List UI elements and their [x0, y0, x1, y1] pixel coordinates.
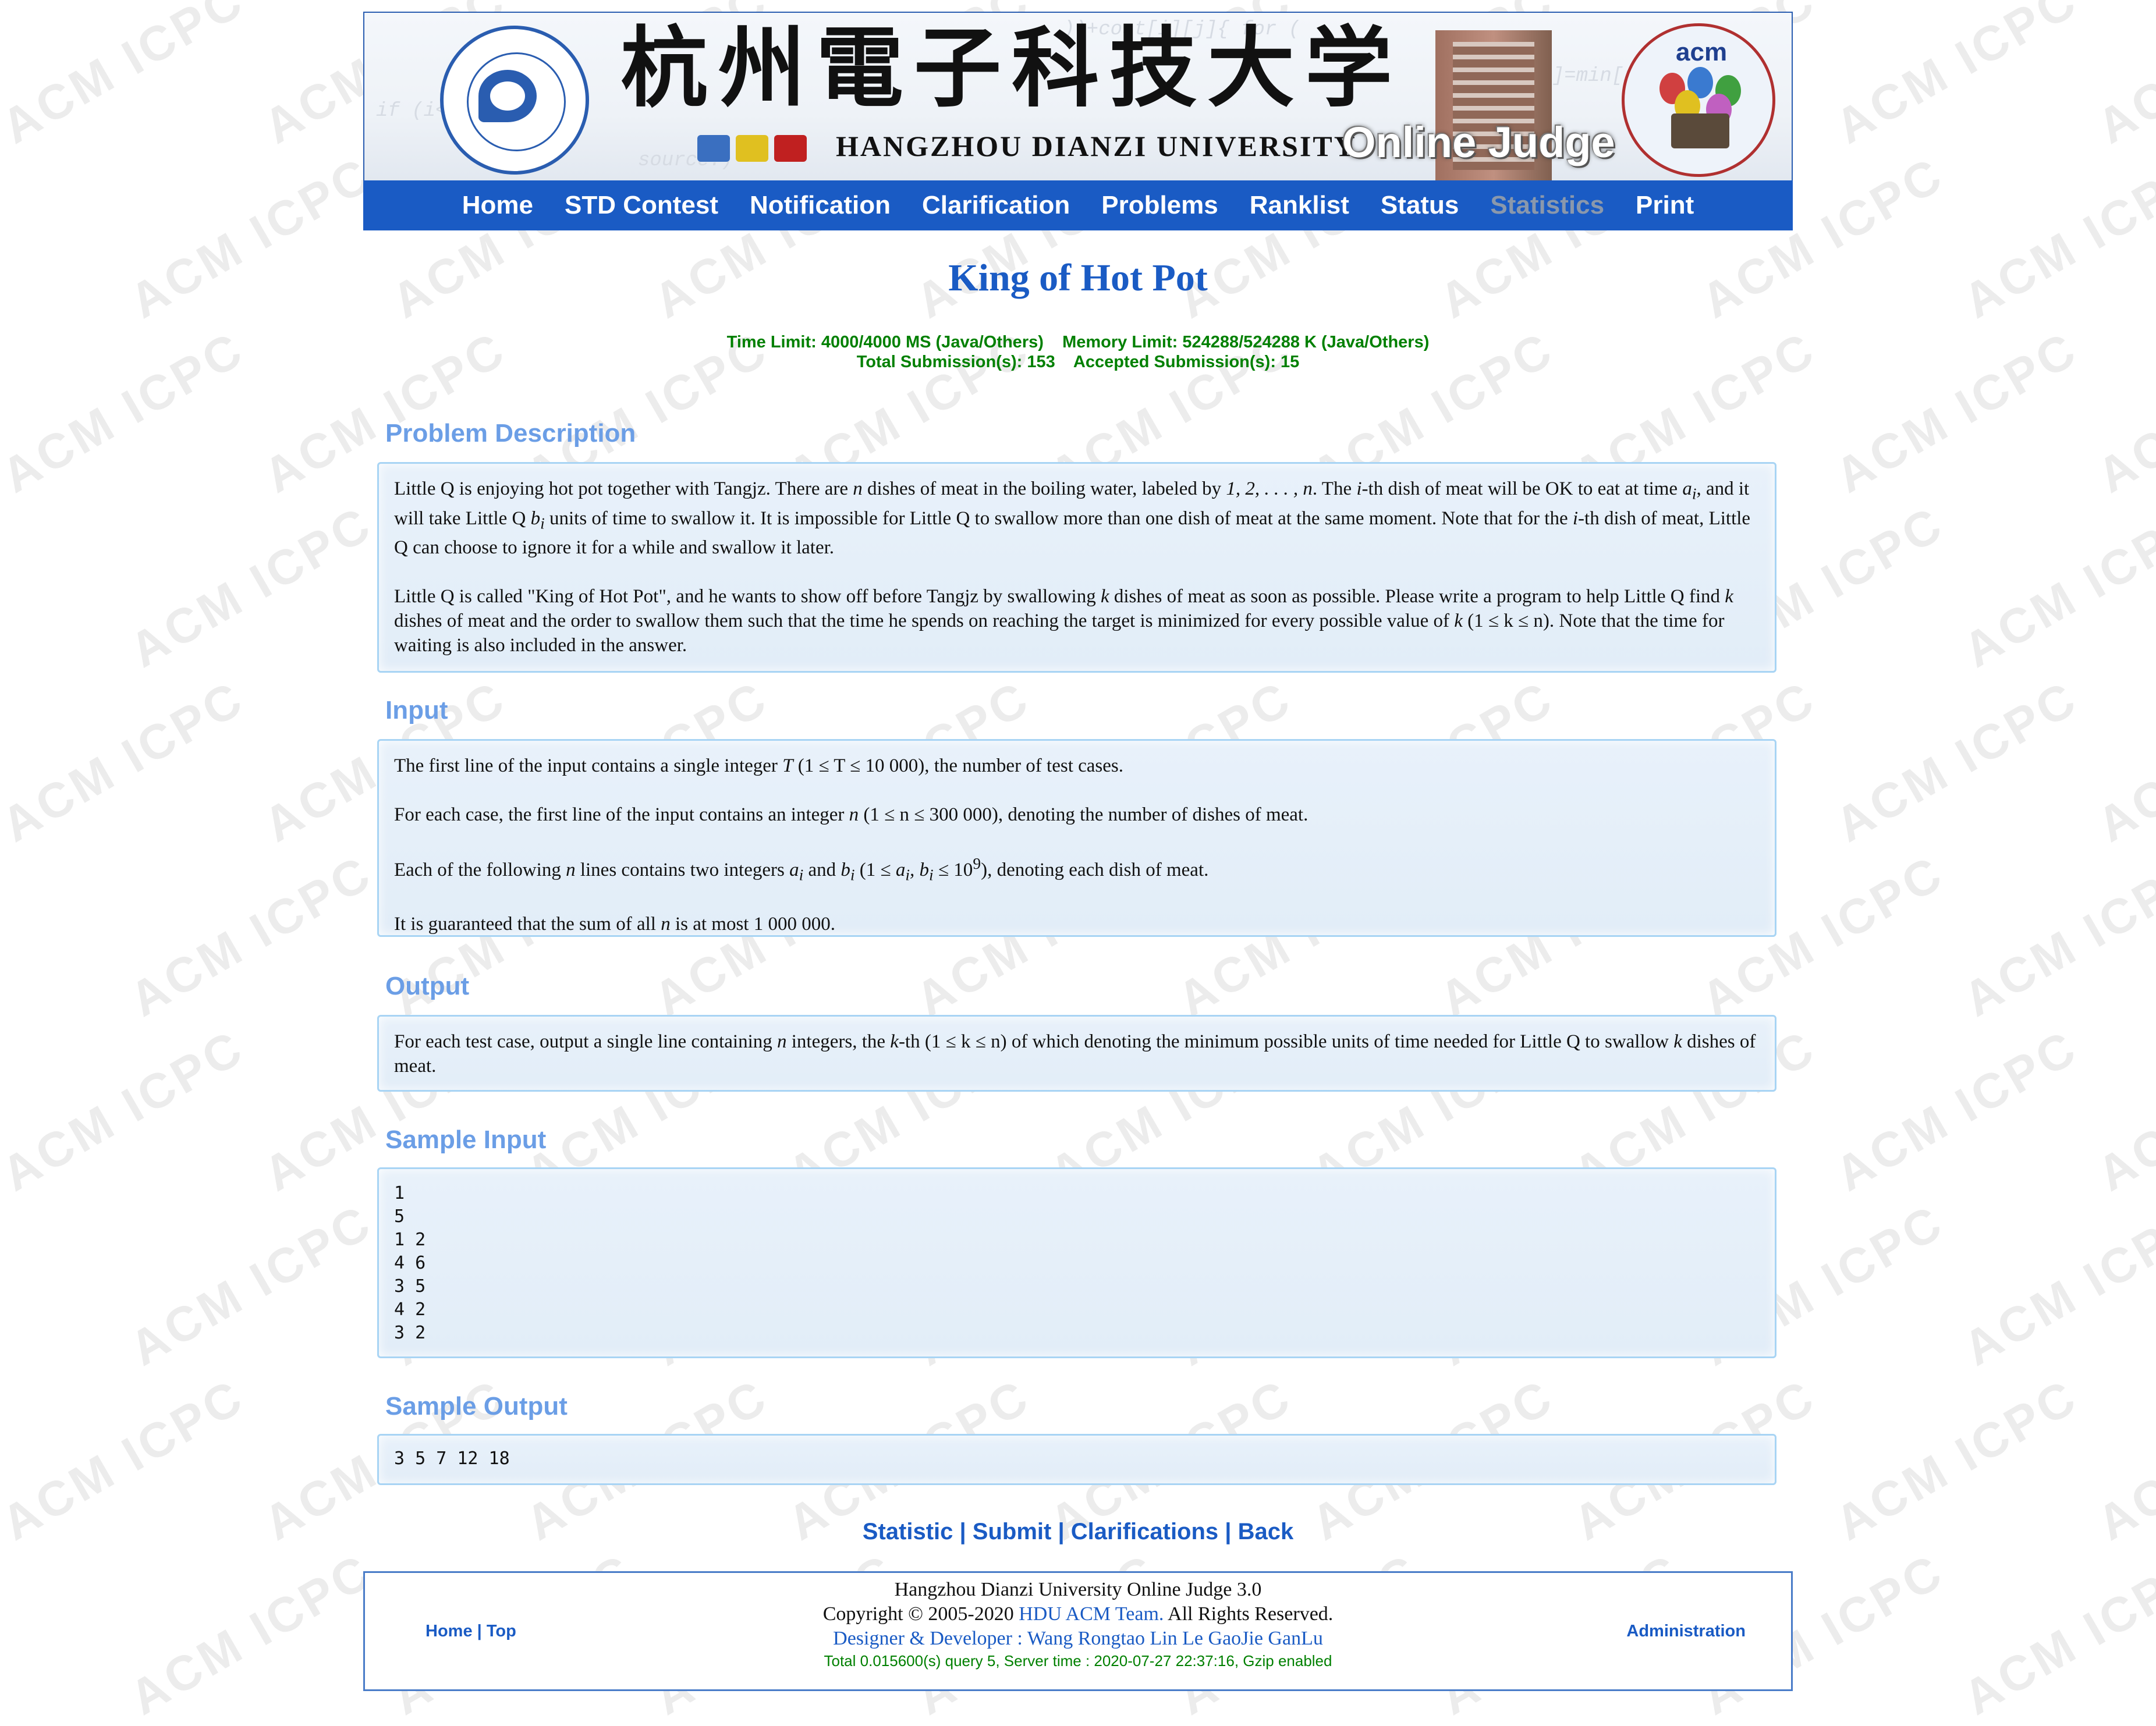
- page-footer: Home | Top Hangzhou Dianzi University On…: [363, 1571, 1793, 1691]
- problem-title: King of Hot Pot: [948, 257, 1208, 299]
- sample-input-panel: 1 5 1 2 4 6 3 5 4 2 3 2: [377, 1167, 1776, 1358]
- watermark-text: ACM ICPC: [1826, 321, 2087, 503]
- link-separator: |: [1051, 1519, 1071, 1544]
- section-title-output: Output: [385, 972, 470, 1000]
- footer-info: Hangzhou Dianzi University Online Judge …: [365, 1578, 1791, 1671]
- watermark-text: ACM ICPC: [2088, 0, 2156, 154]
- input-line-1: The first line of the input contains a s…: [394, 755, 1123, 776]
- footer-copyright: Copyright © 2005-2020 HDU ACM Team. All …: [822, 1603, 1334, 1625]
- limits-line: Time Limit: 4000/4000 MS (Java/Others) M…: [726, 333, 1430, 351]
- watermark-text: ACM ICPC: [2088, 1369, 2156, 1551]
- footer-oj-version: Hangzhou Dianzi University Online Judge …: [894, 1579, 1262, 1600]
- description-panel: Little Q is enjoying hot pot together wi…: [377, 462, 1776, 673]
- link-separator: |: [1218, 1519, 1238, 1544]
- watermark-text: ACM ICPC: [120, 146, 382, 329]
- input-line-2: For each case, the first line of the inp…: [394, 804, 1309, 825]
- link-separator: |: [953, 1519, 973, 1544]
- description-paragraph-2: Little Q is called "King of Hot Pot", an…: [394, 586, 1733, 656]
- footer-designer: Designer & Developer : Wang Rongtao Lin …: [833, 1628, 1323, 1649]
- input-line-3: Each of the following n lines contains t…: [394, 854, 1209, 884]
- online-judge-label: Online Judge: [1342, 118, 1615, 166]
- watermark-text: ACM ICPC: [0, 1368, 254, 1551]
- books-icon: [697, 135, 813, 165]
- problem-action-links: Statistic | Submit | Clarifications | Ba…: [363, 1519, 1793, 1545]
- nav-item-problems[interactable]: Problems: [1101, 191, 1218, 220]
- output-panel: For each test case, output a single line…: [377, 1015, 1776, 1092]
- watermark-text: ACM ICPC: [0, 670, 254, 853]
- nav-item-notification[interactable]: Notification: [750, 191, 891, 220]
- watermark-text: ACM ICPC: [1954, 1543, 2156, 1725]
- section-title-input: Input: [385, 696, 448, 725]
- section-title-sample-input: Sample Input: [385, 1125, 547, 1154]
- nav-item-clarification[interactable]: Clarification: [922, 191, 1070, 220]
- sample-input-text: 1 5 1 2 4 6 3 5 4 2 3 2: [394, 1183, 426, 1343]
- watermark-text: ACM ICPC: [1954, 146, 2156, 329]
- nav-item-statistics[interactable]: Statistics: [1490, 191, 1604, 220]
- watermark-text: ACM ICPC: [0, 321, 254, 503]
- description-paragraph-1: Little Q is enjoying hot pot together wi…: [394, 478, 1751, 559]
- watermark-text: ACM ICPC: [1954, 844, 2156, 1027]
- administration-link[interactable]: Administration: [1626, 1622, 1746, 1641]
- watermark-text: ACM ICPC: [1826, 1368, 2087, 1551]
- watermark-text: ACM ICPC: [0, 0, 254, 154]
- footer-server-info: Total 0.015600(s) query 5, Server time :…: [824, 1652, 1332, 1670]
- section-title-sample-output: Sample Output: [385, 1392, 568, 1420]
- watermark-text: ACM ICPC: [0, 1019, 254, 1202]
- watermark-text: ACM ICPC: [1826, 670, 2087, 853]
- watermark-text: ACM ICPC: [2088, 1020, 2156, 1202]
- watermark-text: ACM ICPC: [120, 495, 382, 678]
- header-banner: ))+cost[i][j]{ for ( if (i<j) ,min[ [i]=…: [363, 12, 1793, 182]
- sample-output-panel: 3 5 7 12 18: [377, 1434, 1776, 1485]
- output-text: For each test case, output a single line…: [394, 1031, 1756, 1077]
- watermark-text: ACM ICPC: [1826, 0, 2087, 154]
- input-line-4: It is guaranteed that the sum of all n i…: [394, 913, 835, 935]
- watermark-text: ACM ICPC: [1826, 1019, 2087, 1202]
- main-navigation: Home STD Contest Notification Clarification…: [363, 180, 1793, 230]
- hdu-acm-team-link[interactable]: HDU ACM Team.: [1019, 1603, 1164, 1625]
- input-panel: The first line of the input contains a s…: [377, 739, 1776, 937]
- university-english-name: HANGZHOU DIANZI UNIVERSITY: [836, 130, 1357, 162]
- acm-icpc-logo: acm: [1622, 23, 1775, 177]
- clarifications-link[interactable]: Clarifications: [1071, 1519, 1218, 1544]
- statistic-link[interactable]: Statistic: [863, 1519, 953, 1544]
- back-link[interactable]: Back: [1238, 1519, 1294, 1544]
- nav-item-print[interactable]: Print: [1636, 191, 1694, 220]
- university-seal-logo: [440, 26, 589, 175]
- submit-link[interactable]: Submit: [973, 1519, 1052, 1544]
- footer-right-links: Administration: [1626, 1573, 1746, 1689]
- watermark-text: ACM ICPC: [1954, 1194, 2156, 1376]
- watermark-text: ACM ICPC: [120, 1194, 382, 1376]
- sample-output-text: 3 5 7 12 18: [394, 1448, 510, 1469]
- watermark-text: ACM ICPC: [120, 844, 382, 1027]
- watermark-text: ACM ICPC: [120, 1543, 382, 1725]
- nav-item-std-contest[interactable]: STD Contest: [565, 191, 718, 220]
- university-chinese-name: 杭州電子科技大学: [620, 17, 1403, 119]
- nav-item-ranklist[interactable]: Ranklist: [1250, 191, 1349, 220]
- nav-item-status[interactable]: Status: [1381, 191, 1459, 220]
- watermark-text: ACM ICPC: [2088, 670, 2156, 853]
- nav-item-home[interactable]: Home: [462, 191, 533, 220]
- section-title-description: Problem Description: [385, 419, 636, 448]
- watermark-text: ACM ICPC: [1954, 495, 2156, 678]
- submissions-line: Total Submission(s): 153 Accepted Submis…: [856, 353, 1300, 371]
- watermark-text: ACM ICPC: [2088, 321, 2156, 503]
